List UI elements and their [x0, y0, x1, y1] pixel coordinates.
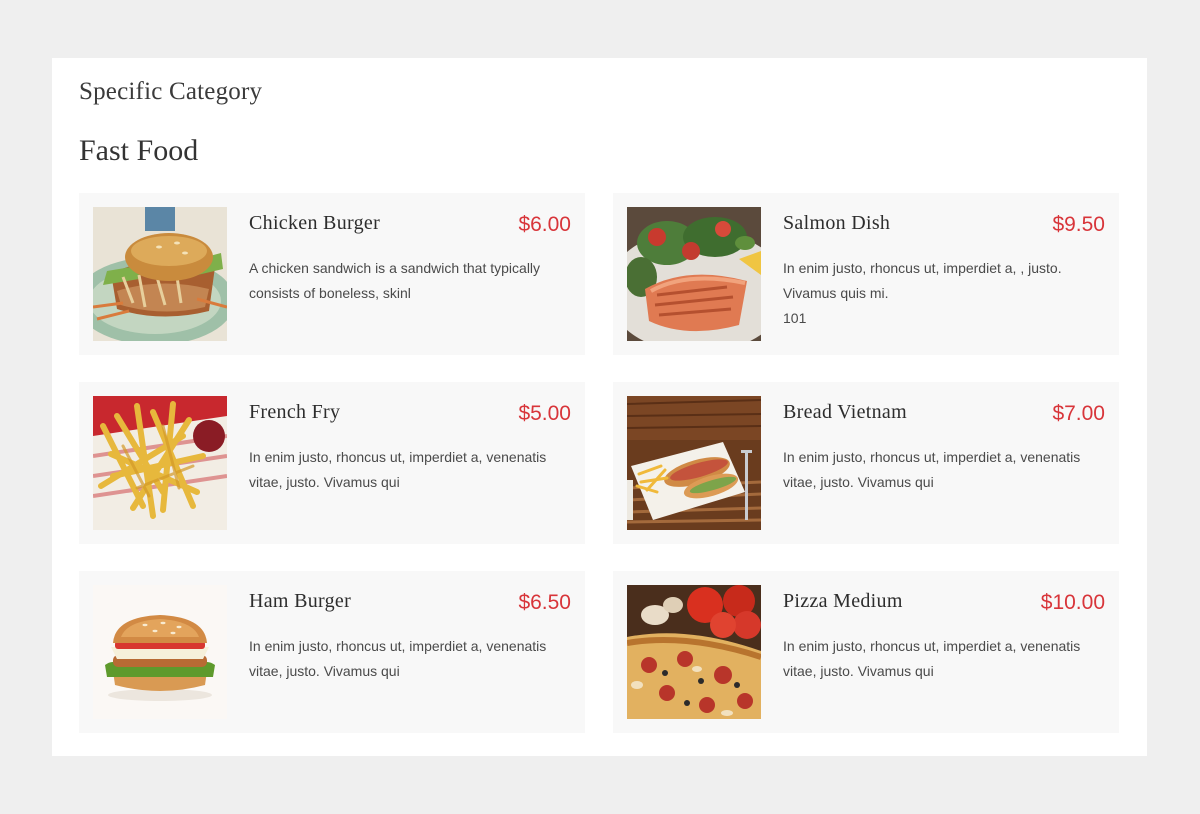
- item-price: $10.00: [1040, 591, 1105, 614]
- category-label: Specific Category: [79, 78, 263, 105]
- item-description: In enim justo, rhoncus ut, imperdiet a, …: [783, 449, 1081, 490]
- bread-vietnam-photo[interactable]: [627, 396, 761, 530]
- item-name[interactable]: French Fry: [249, 401, 340, 424]
- item-price: $6.50: [518, 591, 571, 614]
- menu-item-card[interactable]: Salmon Dish $9.50 In enim justo, rhoncus…: [613, 193, 1119, 355]
- item-name[interactable]: Salmon Dish: [783, 212, 890, 235]
- menu-item-card[interactable]: Bread Vietnam $7.00 In enim justo, rhonc…: [613, 382, 1119, 544]
- item-name[interactable]: Pizza Medium: [783, 590, 903, 613]
- item-description: In enim justo, rhoncus ut, imperdiet a, …: [249, 449, 547, 490]
- pizza-medium-photo[interactable]: [627, 585, 761, 719]
- chicken-burger-photo[interactable]: [93, 207, 227, 341]
- item-name[interactable]: Ham Burger: [249, 590, 351, 613]
- section-title: Fast Food: [79, 134, 199, 167]
- menu-item-card[interactable]: Ham Burger $6.50 In enim justo, rhoncus …: [79, 571, 585, 733]
- item-description: In enim justo, rhoncus ut, imperdiet a, …: [783, 260, 1062, 326]
- french-fry-photo[interactable]: [93, 396, 227, 530]
- item-description: In enim justo, rhoncus ut, imperdiet a, …: [249, 638, 547, 679]
- menu-item-card[interactable]: Pizza Medium $10.00 In enim justo, rhonc…: [613, 571, 1119, 733]
- item-price: $9.50: [1052, 213, 1105, 236]
- ham-burger-photo[interactable]: [93, 585, 227, 719]
- item-description: In enim justo, rhoncus ut, imperdiet a, …: [783, 638, 1081, 679]
- item-price: $6.00: [518, 213, 571, 236]
- category-panel: Specific Category Fast Food Chicken Burg…: [52, 58, 1147, 756]
- salmon-dish-photo[interactable]: [627, 207, 761, 341]
- menu-item-card[interactable]: Chicken Burger $6.00 A chicken sandwich …: [79, 193, 585, 355]
- item-price: $5.00: [518, 402, 571, 425]
- item-price: $7.00: [1052, 402, 1105, 425]
- item-name[interactable]: Chicken Burger: [249, 212, 380, 235]
- item-description: A chicken sandwich is a sandwich that ty…: [249, 260, 541, 301]
- menu-item-card[interactable]: French Fry $5.00 In enim justo, rhoncus …: [79, 382, 585, 544]
- item-name[interactable]: Bread Vietnam: [783, 401, 907, 424]
